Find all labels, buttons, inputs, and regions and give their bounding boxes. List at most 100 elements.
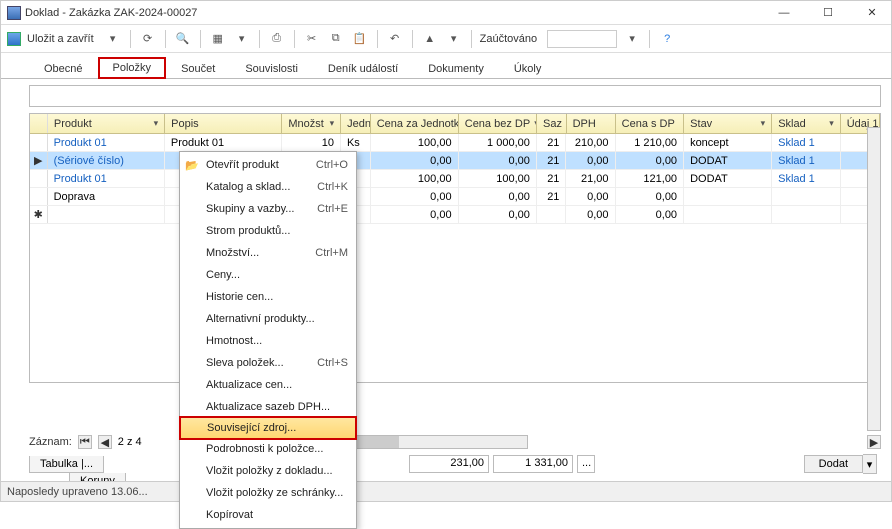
cell-jedn[interactable]: Ks <box>341 134 371 151</box>
search-icon[interactable]: 🔍 <box>174 30 192 48</box>
cell-sazba[interactable]: 21 <box>537 134 567 151</box>
context-menu-item[interactable]: 📂Otevřít produktCtrl+O <box>180 154 356 176</box>
maximize-button[interactable]: ☐ <box>815 4 841 22</box>
cell-cena-jednotku[interactable]: 0,00 <box>371 188 459 205</box>
totals-more-button[interactable]: ... <box>577 455 595 473</box>
col-popis[interactable]: Popis <box>165 114 282 133</box>
table-row[interactable]: Produkt 01Produkt 0110Ks100,001 000,0021… <box>30 134 880 152</box>
cell-stav[interactable]: DODAT <box>684 170 772 187</box>
cell-sazba[interactable] <box>537 206 567 223</box>
col-stav[interactable]: Stav▾ <box>684 114 772 133</box>
tab-soucet[interactable]: Součet <box>166 58 230 79</box>
help-icon[interactable]: ? <box>658 30 676 48</box>
cell-sklad[interactable] <box>772 188 841 205</box>
context-menu-item[interactable]: Vložit položky ze schránky... <box>180 482 356 504</box>
close-button[interactable]: ✕ <box>859 4 885 22</box>
col-dph[interactable]: DPH <box>567 114 616 133</box>
context-menu-item[interactable]: Množství...Ctrl+M <box>180 242 356 264</box>
context-menu-item[interactable]: Aktualizace cen... <box>180 374 356 396</box>
copy-icon[interactable]: ⧉ <box>327 30 345 48</box>
tab-denik[interactable]: Deník událostí <box>313 58 413 79</box>
context-menu-item[interactable]: Alternativní produkty... <box>180 308 356 330</box>
print-icon[interactable]: ⎙ <box>268 30 286 48</box>
context-menu-item[interactable]: Vložit položky z dokladu... <box>180 460 356 482</box>
cell-cena-jednotku[interactable]: 100,00 <box>371 134 459 151</box>
cell-produkt[interactable] <box>48 206 165 223</box>
cell-cena-jednotku[interactable]: 100,00 <box>371 170 459 187</box>
col-sklad[interactable]: Sklad▾ <box>772 114 841 133</box>
tab-souvislosti[interactable]: Souvislosti <box>230 58 313 79</box>
scroll-right-button[interactable]: ▶ <box>867 435 881 449</box>
cell-produkt[interactable]: (Sériové číslo) <box>48 152 165 169</box>
cell-sklad[interactable] <box>772 206 841 223</box>
cell-cena-bez-dph[interactable]: 100,00 <box>459 170 537 187</box>
cell-sklad[interactable]: Sklad 1 <box>772 170 841 187</box>
table-row[interactable]: Produkt 01100,00100,002121,00121,00DODAT… <box>30 170 880 188</box>
cell-stav[interactable]: koncept <box>684 134 772 151</box>
cell-produkt[interactable]: Doprava <box>48 188 165 205</box>
filter-input[interactable] <box>29 85 881 107</box>
posted-dropdown[interactable] <box>547 30 617 48</box>
cell-popis[interactable]: Produkt 01 <box>165 134 282 151</box>
context-menu-item[interactable]: Kopírovat <box>180 504 356 526</box>
nav-first-button[interactable]: ⏮ <box>78 435 92 449</box>
cell-produkt[interactable]: Produkt 01 <box>48 134 165 151</box>
tab-obecne[interactable]: Obecné <box>29 58 98 79</box>
col-cena-jednotku[interactable]: Cena za Jednotku <box>371 114 459 133</box>
flag-dropdown-icon[interactable]: ▾ <box>445 30 463 48</box>
cell-sklad[interactable]: Sklad 1 <box>772 152 841 169</box>
cut-icon[interactable]: ✂ <box>303 30 321 48</box>
cell-stav[interactable] <box>684 188 772 205</box>
cell-dph[interactable]: 210,00 <box>566 134 615 151</box>
context-menu-item[interactable]: Skupiny a vazby...Ctrl+E <box>180 198 356 220</box>
cell-cena-s-dph[interactable]: 0,00 <box>616 206 685 223</box>
col-sazba[interactable]: Saz <box>537 114 567 133</box>
paste-icon[interactable]: 📋 <box>351 30 369 48</box>
undo-icon[interactable]: ↶ <box>386 30 404 48</box>
context-menu-item[interactable]: Hmotnost... <box>180 330 356 352</box>
save-icon[interactable] <box>7 32 21 46</box>
table-row[interactable]: ▶(Sériové číslo)0,000,00210,000,00DODATS… <box>30 152 880 170</box>
cell-cena-bez-dph[interactable]: 0,00 <box>459 152 537 169</box>
cell-cena-s-dph[interactable]: 0,00 <box>616 152 685 169</box>
new-icon[interactable]: ▦ <box>209 30 227 48</box>
tab-polozky[interactable]: Položky <box>98 57 167 79</box>
context-menu-item[interactable]: Související zdroj... <box>180 417 356 439</box>
cell-sazba[interactable]: 21 <box>537 152 567 169</box>
cell-cena-s-dph[interactable]: 1 210,00 <box>616 134 685 151</box>
cell-dph[interactable]: 0,00 <box>566 152 615 169</box>
posted-dropdown-icon[interactable]: ▾ <box>623 30 641 48</box>
cell-cena-s-dph[interactable]: 0,00 <box>616 188 685 205</box>
nav-prev-button[interactable]: ◀ <box>98 435 112 449</box>
col-produkt[interactable]: Produkt▾ <box>48 114 165 133</box>
cell-stav[interactable] <box>684 206 772 223</box>
context-menu-item[interactable]: Sleva položek...Ctrl+S <box>180 352 356 374</box>
minimize-button[interactable]: — <box>771 4 797 22</box>
table-row[interactable]: ✱0,000,000,000,00 <box>30 206 880 224</box>
context-menu-item[interactable]: Ceny... <box>180 264 356 286</box>
cell-stav[interactable]: DODAT <box>684 152 772 169</box>
dropdown-new-icon[interactable]: ▾ <box>233 30 251 48</box>
cell-mnozstvi[interactable]: 10 <box>282 134 341 151</box>
cell-sklad[interactable]: Sklad 1 <box>772 134 841 151</box>
col-mnozstvi[interactable]: Množst▾ <box>282 114 341 133</box>
cell-produkt[interactable]: Produkt 01 <box>48 170 165 187</box>
tab-dokumenty[interactable]: Dokumenty <box>413 58 499 79</box>
cell-sazba[interactable]: 21 <box>537 188 567 205</box>
table-row[interactable]: Doprava0,000,00210,000,00 <box>30 188 880 206</box>
cell-dph[interactable]: 0,00 <box>566 206 615 223</box>
col-jedn[interactable]: Jedn <box>341 114 371 133</box>
context-menu-item[interactable]: Historie cen... <box>180 286 356 308</box>
cell-cena-bez-dph[interactable]: 0,00 <box>459 188 537 205</box>
col-cena-bez-dph[interactable]: Cena bez DP▾ <box>459 114 537 133</box>
refresh-icon[interactable]: ⟳ <box>139 30 157 48</box>
cell-cena-jednotku[interactable]: 0,00 <box>371 206 459 223</box>
cell-cena-jednotku[interactable]: 0,00 <box>371 152 459 169</box>
cell-cena-bez-dph[interactable]: 0,00 <box>459 206 537 223</box>
context-menu-item[interactable]: Strom produktů... <box>180 220 356 242</box>
context-menu-item[interactable]: Aktualizace sazeb DPH... <box>180 396 356 418</box>
context-menu-item[interactable]: Katalog a sklad...Ctrl+K <box>180 176 356 198</box>
dodat-button[interactable]: Dodat <box>804 455 863 473</box>
save-and-close-button[interactable]: Uložit a zavřít <box>27 33 94 45</box>
dropdown-save-icon[interactable]: ▾ <box>104 30 122 48</box>
